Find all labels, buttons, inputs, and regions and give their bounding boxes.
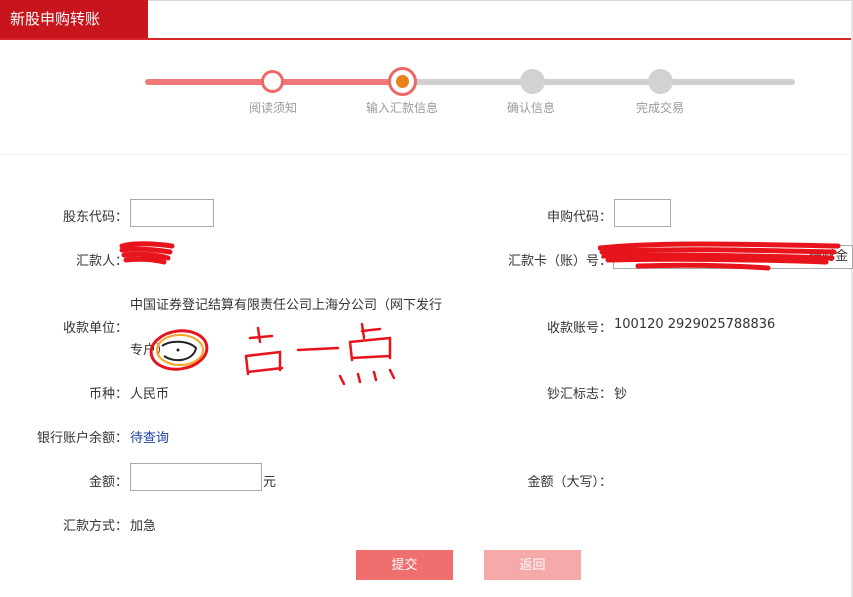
page-title: 新股申购转账 [0, 0, 148, 38]
back-button[interactable]: 返回 [484, 550, 581, 580]
payee-label: 收款单位： [62, 321, 128, 336]
subscription-code-label: 申购代码： [546, 210, 612, 225]
amount-label: 金额： [88, 475, 128, 490]
remitter-label: 汇款人： [75, 254, 128, 269]
shareholder-code-label: 股东代码： [62, 210, 128, 225]
progress-track-pending [403, 79, 795, 85]
current-step-dot [396, 75, 409, 88]
remit-method-value: 加急 [130, 519, 157, 534]
handwritten-annotation [149, 322, 396, 386]
amount-unit: 元 [263, 475, 277, 490]
cash-flag-value: 钞 [614, 387, 628, 402]
step-label: 阅读须知 [248, 101, 297, 115]
balance-label: 银行账户余额： [36, 431, 128, 446]
subscription-code-input[interactable] [614, 199, 671, 227]
step-node-read-notice [261, 70, 284, 93]
remit-card-label: 汇款卡（账）号： [507, 254, 612, 269]
step-node-enter-info [388, 67, 417, 96]
step-node-confirm [520, 69, 545, 94]
amount-input[interactable] [130, 463, 262, 491]
step-label: 输入汇款信息 [365, 101, 438, 115]
remitter-name-value [130, 245, 172, 265]
step-label: 完成交易 [635, 101, 684, 115]
remit-card-suffix: 理财金 [808, 249, 848, 264]
currency-value: 人民币 [130, 387, 170, 402]
cash-flag-label: 钞汇标志： [546, 387, 612, 402]
remit-card-select[interactable]: 理财金 [613, 245, 853, 269]
submit-button[interactable]: 提交 [356, 550, 453, 580]
payee-line-1: 中国证券登记结算有限责任公司上海分公司（网下发行 [130, 298, 443, 313]
step-label: 确认信息 [506, 101, 555, 115]
balance-query-link[interactable]: 待查询 [130, 427, 169, 446]
remit-method-label: 汇款方式： [62, 519, 128, 534]
header-underline [0, 38, 853, 40]
payee-account-value: 100120 2929025788836 [614, 317, 776, 332]
shareholder-code-input[interactable] [130, 199, 214, 227]
header-top-border [148, 0, 853, 1]
payee-line-2: 专户） [130, 343, 170, 358]
payee-account-label: 收款账号： [546, 321, 612, 336]
currency-label: 币种： [88, 387, 128, 402]
section-divider [0, 154, 851, 155]
amount-upper-label: 金额（大写）： [527, 475, 612, 490]
step-node-complete [648, 69, 673, 94]
